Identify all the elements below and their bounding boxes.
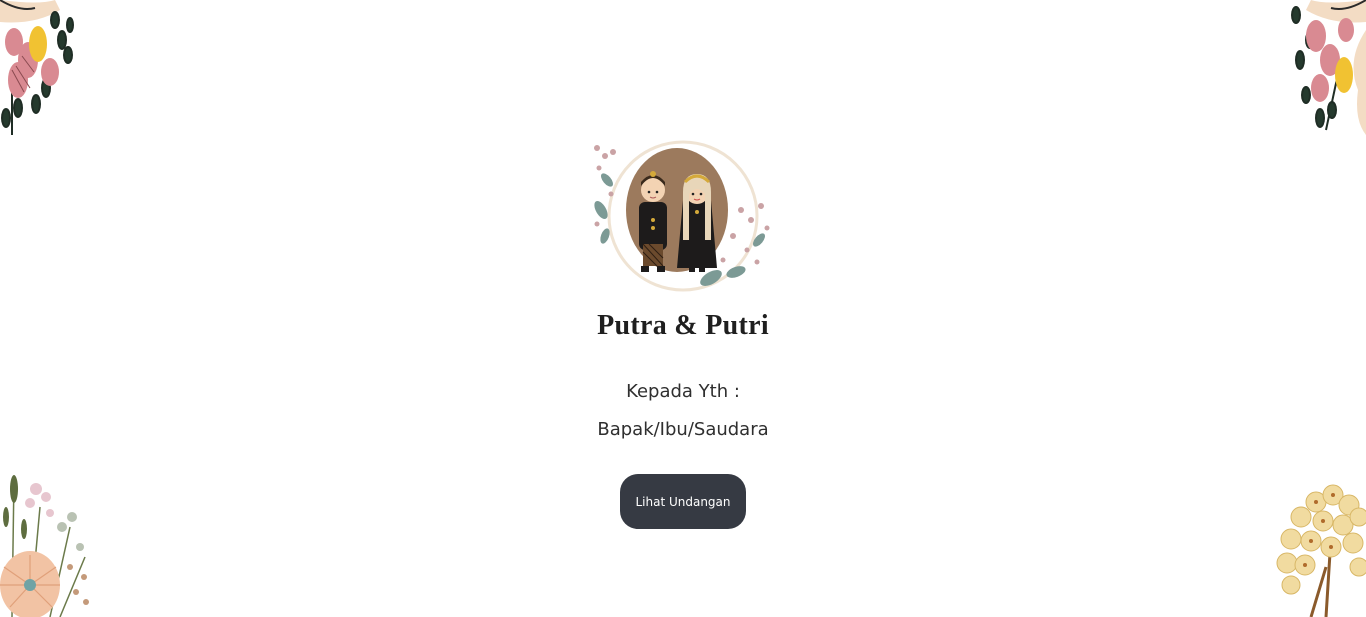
cover-content: Putra & Putri Kepada Yth : Bapak/Ibu/Sau… bbox=[0, 140, 1366, 529]
floral-corner-top-left-icon bbox=[0, 0, 74, 135]
invitation-cover: Putra & Putri Kepada Yth : Bapak/Ibu/Sau… bbox=[0, 0, 1366, 617]
recipient-label: Kepada Yth : bbox=[626, 381, 740, 402]
open-invitation-button[interactable]: Lihat Undangan bbox=[620, 474, 746, 529]
floral-corner-top-right-icon bbox=[1291, 0, 1366, 135]
recipient-name: Bapak/Ibu/Saudara bbox=[597, 419, 769, 440]
bride-groom-illustration-icon bbox=[594, 140, 770, 292]
couple-title: Putra & Putri bbox=[597, 310, 769, 341]
